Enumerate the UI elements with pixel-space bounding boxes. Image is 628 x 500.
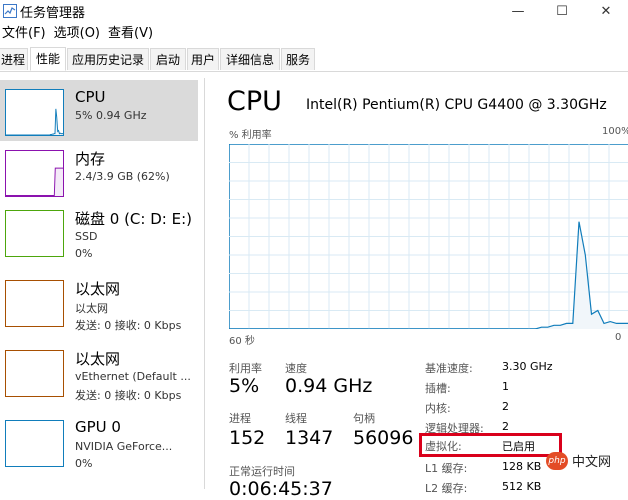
speed-label: 速度 xyxy=(285,362,307,375)
sockets-label: 插槽: xyxy=(425,382,451,395)
sidebar-item-detail: 发送: 0 接收: 0 Kbps xyxy=(75,389,182,402)
threads-label: 线程 xyxy=(285,412,307,425)
speed-value: 0.94 GHz xyxy=(285,375,373,397)
tab-startup[interactable]: 启动 xyxy=(150,48,186,70)
sidebar-item-detail: 发送: 0 接收: 0 Kbps xyxy=(75,319,182,332)
sidebar-item-title: GPU 0 xyxy=(75,418,121,436)
menu-view[interactable]: 查看(V) xyxy=(106,24,159,44)
minimize-button[interactable]: — xyxy=(496,0,540,22)
tab-processes[interactable]: 进程 xyxy=(0,48,28,70)
watermark-text: 中文网 xyxy=(572,455,612,470)
sidebar-item-ethernet[interactable]: 以太网 以太网 发送: 0 接收: 0 Kbps xyxy=(0,274,198,344)
tab-bar: 进程 性能 应用历史记录 启动 用户 详细信息 服务 xyxy=(0,47,628,72)
graph-ymax: 100% xyxy=(602,126,628,137)
tab-details[interactable]: 详细信息 xyxy=(220,48,280,70)
php-logo-icon: php xyxy=(546,451,568,470)
sidebar-item-title: 磁盘 0 (C: D: E:) xyxy=(75,210,192,228)
tab-services[interactable]: 服务 xyxy=(281,48,315,70)
memory-thumb-line xyxy=(6,167,63,196)
menu-file[interactable]: 文件(F) xyxy=(0,24,52,44)
handles-value: 56096 xyxy=(353,427,414,449)
disk-thumbnail-graph xyxy=(5,210,64,257)
sidebar-item-title: 以太网 xyxy=(75,280,121,298)
processes-value: 152 xyxy=(229,427,266,449)
task-manager-icon xyxy=(3,4,17,18)
sidebar-item-detail: 5% 0.94 GHz xyxy=(75,109,147,122)
cpu-thumbnail-graph xyxy=(5,89,64,136)
sidebar: CPU 5% 0.94 GHz 内存 2.4/3.9 GB (62%) 磁盘 0… xyxy=(0,78,205,489)
menu-options[interactable]: 选项(O) xyxy=(52,24,106,44)
title-bar: 任务管理器 — ☐ ✕ xyxy=(0,0,628,22)
sidebar-item-detail: vEthernet (Default ... xyxy=(75,370,191,383)
tab-app-history[interactable]: 应用历史记录 xyxy=(67,48,149,70)
l1-cache-label: L1 缓存: xyxy=(425,462,468,475)
l2-cache-value: 512 KB xyxy=(502,480,542,493)
cpu-model-name: Intel(R) Pentium(R) CPU G4400 @ 3.30GHz xyxy=(306,97,607,113)
cores-value: 2 xyxy=(502,400,509,413)
handles-label: 句柄 xyxy=(353,412,375,425)
tab-users[interactable]: 用户 xyxy=(187,48,219,70)
sidebar-item-title: 内存 xyxy=(75,150,106,168)
sidebar-item-vethernet[interactable]: 以太网 vEthernet (Default ... 发送: 0 接收: 0 K… xyxy=(0,344,198,414)
site-watermark: php 中文网 xyxy=(546,451,611,470)
sidebar-item-cpu[interactable]: CPU 5% 0.94 GHz xyxy=(0,80,198,141)
virtualization-highlight-box xyxy=(419,433,562,457)
sidebar-item-detail: 2.4/3.9 GB (62%) xyxy=(75,170,170,183)
cpu-thumb-line xyxy=(6,108,63,135)
cores-label: 内核: xyxy=(425,402,451,415)
graph-ymin: 0 xyxy=(615,332,622,343)
cpu-utilization-graph xyxy=(229,144,628,329)
sidebar-item-detail: 0% xyxy=(75,247,93,260)
sidebar-item-detail: 以太网 xyxy=(75,302,108,315)
sidebar-item-detail: SSD xyxy=(75,230,98,243)
vethernet-thumbnail-graph xyxy=(5,350,64,397)
threads-value: 1347 xyxy=(285,427,334,449)
sidebar-item-title: 以太网 xyxy=(75,350,121,368)
memory-thumbnail-graph xyxy=(5,150,64,197)
tab-performance[interactable]: 性能 xyxy=(30,47,66,71)
processes-label: 进程 xyxy=(229,412,251,425)
base-speed-label: 基准速度: xyxy=(425,362,473,375)
uptime-value: 0:06:45:37 xyxy=(229,478,333,500)
sidebar-item-disk[interactable]: 磁盘 0 (C: D: E:) SSD 0% xyxy=(0,204,198,274)
sockets-value: 1 xyxy=(502,380,509,393)
close-button[interactable]: ✕ xyxy=(584,0,628,22)
uptime-label: 正常运行时间 xyxy=(229,465,295,478)
sidebar-item-detail: 0% xyxy=(75,457,93,470)
cpu-thumb-area xyxy=(6,108,63,135)
sidebar-item-memory[interactable]: 内存 2.4/3.9 GB (62%) xyxy=(0,142,198,205)
l2-cache-label: L2 缓存: xyxy=(425,482,468,495)
page-title: CPU xyxy=(227,86,282,117)
graph-ylabel: % 利用率 xyxy=(229,130,272,141)
cpu-detail-panel: CPU Intel(R) Pentium(R) CPU G4400 @ 3.30… xyxy=(205,78,628,500)
menu-bar: 文件(F) 选项(O) 查看(V) xyxy=(0,24,159,44)
base-speed-value: 3.30 GHz xyxy=(502,360,553,373)
gpu-thumbnail-graph xyxy=(5,420,64,467)
l1-cache-value: 128 KB xyxy=(502,460,542,473)
sidebar-item-gpu[interactable]: GPU 0 NVIDIA GeForce... 0% xyxy=(0,414,198,484)
utilization-value: 5% xyxy=(229,375,260,397)
utilization-label: 利用率 xyxy=(229,362,262,375)
ethernet-thumbnail-graph xyxy=(5,280,64,327)
logical-processors-value: 2 xyxy=(502,420,509,433)
graph-time-span: 60 秒 xyxy=(229,336,255,347)
sidebar-item-title: CPU xyxy=(75,88,106,106)
maximize-button[interactable]: ☐ xyxy=(540,0,584,22)
window-title: 任务管理器 xyxy=(20,6,86,21)
sidebar-item-detail: NVIDIA GeForce... xyxy=(75,440,173,453)
